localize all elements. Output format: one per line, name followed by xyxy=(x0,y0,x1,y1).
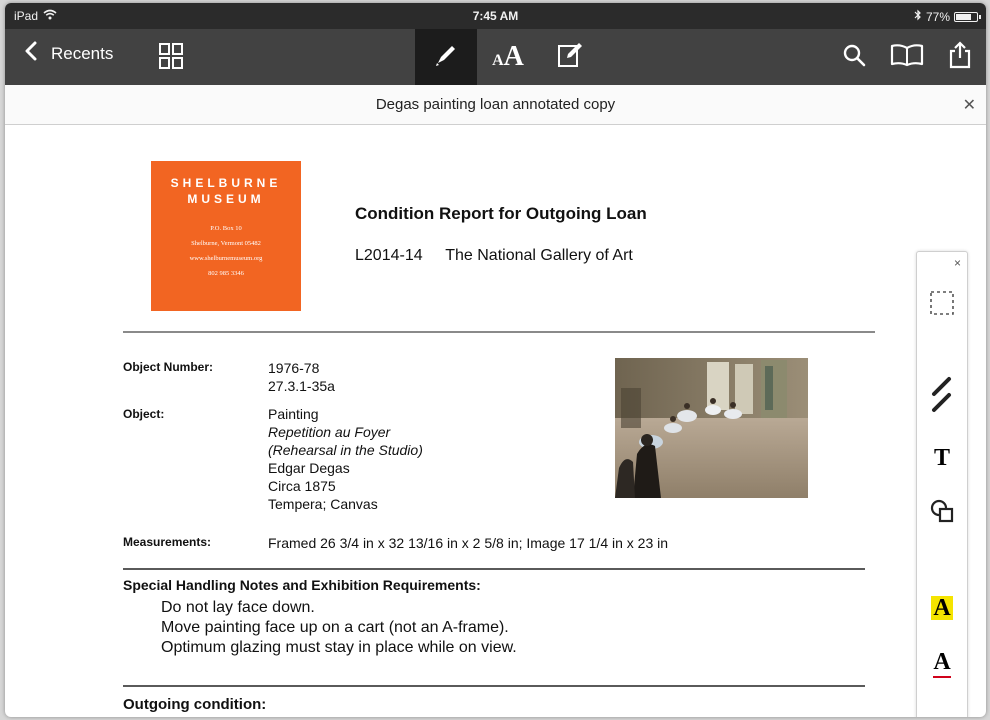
edit-note-button[interactable] xyxy=(539,29,601,85)
thumbnails-grid-icon[interactable] xyxy=(159,43,183,69)
loan-line: L2014-14 The National Gallery of Art xyxy=(355,247,633,265)
divider xyxy=(123,331,875,333)
bluetooth-icon xyxy=(914,9,922,24)
object-number-values: 1976-78 27.3.1-35a xyxy=(268,359,335,395)
chevron-left-icon xyxy=(25,41,37,66)
close-icon: × xyxy=(953,256,961,270)
highlight-icon: A xyxy=(931,595,953,621)
recents-back-button[interactable]: Recents xyxy=(25,41,113,66)
object-number-label: Object Number: xyxy=(123,360,214,374)
underline-icon: A xyxy=(933,650,951,678)
pen-tool[interactable] xyxy=(917,376,967,419)
marquee-select-icon xyxy=(929,290,955,321)
object-value-line: Circa 1875 xyxy=(268,478,336,494)
object-values: Painting Repetition au Foyer (Rehearsal in… xyxy=(268,405,423,513)
handling-note: Move painting face up on a cart (not an … xyxy=(161,619,509,636)
painting-thumbnail xyxy=(615,358,808,498)
status-time: 7:45 AM xyxy=(472,9,519,23)
search-icon[interactable] xyxy=(842,43,866,72)
selection-tool[interactable] xyxy=(917,290,967,321)
share-icon[interactable] xyxy=(948,40,972,74)
logo-name: SHELBURNE MUSEUM xyxy=(170,176,282,206)
object-value-line: Tempera; Canvas xyxy=(268,496,378,512)
status-right: 77% xyxy=(914,9,981,24)
toolbar-mode-group: AA xyxy=(415,29,601,85)
recents-label: Recents xyxy=(51,43,114,63)
object-number-line: 27.3.1-35a xyxy=(268,378,335,394)
shapes-icon xyxy=(929,498,955,529)
handling-note: Optimum glazing must stay in place while… xyxy=(161,639,517,656)
loan-number: L2014-14 xyxy=(355,247,423,264)
book-icon[interactable] xyxy=(890,43,924,72)
toolbar-right-group xyxy=(842,29,972,85)
text-size-icon: AA xyxy=(492,41,524,72)
app-toolbar: Recents AA xyxy=(5,29,986,85)
special-handling-heading: Special Handling Notes and Exhibition Re… xyxy=(123,577,481,593)
battery-icon xyxy=(954,11,981,22)
measurements-label: Measurements: xyxy=(123,535,212,549)
text-size-button[interactable]: AA xyxy=(477,29,539,85)
annotate-pen-button[interactable] xyxy=(415,29,477,85)
document-title-bar: Degas painting loan annotated copy ✕ xyxy=(5,85,986,125)
measurements-value: Framed 26 3/4 in x 32 13/16 in x 2 5/8 i… xyxy=(268,535,669,551)
object-value-line: Painting xyxy=(268,406,319,422)
museum-logo: SHELBURNE MUSEUM P.O. Box 10 Shelburne, … xyxy=(151,161,301,311)
document-title: Degas painting loan annotated copy xyxy=(375,96,616,113)
pencil-icon xyxy=(930,376,954,419)
borrower-name: The National Gallery of Art xyxy=(445,247,633,264)
shapes-tool[interactable] xyxy=(917,498,967,529)
outgoing-condition-heading: Outgoing condition: xyxy=(123,696,267,713)
battery-fill xyxy=(956,13,971,20)
divider xyxy=(123,685,865,687)
highlight-tool[interactable]: A xyxy=(917,596,967,620)
object-value-line: Edgar Degas xyxy=(268,460,350,476)
document-page[interactable]: SHELBURNE MUSEUM P.O. Box 10 Shelburne, … xyxy=(5,126,986,717)
annotation-palette: × T A A ​ xyxy=(916,251,968,717)
pen-icon xyxy=(433,42,459,73)
ipad-screen: iPad 7:45 AM 77% Recents AA Degas painti… xyxy=(5,3,986,717)
status-bar: iPad 7:45 AM 77% xyxy=(5,3,986,29)
object-label: Object: xyxy=(123,407,165,421)
logo-address: P.O. Box 10 Shelburne, Vermont 05482 www… xyxy=(189,225,263,277)
report-title: Condition Report for Outgoing Loan xyxy=(355,204,647,223)
object-value-line: (Rehearsal in the Studio) xyxy=(268,442,423,458)
text-tool-icon: T xyxy=(933,445,950,471)
underline-tool[interactable]: A xyxy=(917,650,967,678)
special-handling-notes: Do not lay face down. Move painting face… xyxy=(161,598,517,658)
object-number-line: 1976-78 xyxy=(268,360,320,376)
object-value-line: Repetition au Foyer xyxy=(268,424,391,440)
close-icon: ✕ xyxy=(962,97,976,114)
battery-percent: 77% xyxy=(925,9,950,24)
handling-note: Do not lay face down. xyxy=(161,599,315,616)
text-tool[interactable]: T xyxy=(917,446,967,470)
close-document-button[interactable]: ✕ xyxy=(963,95,976,115)
edit-note-icon xyxy=(557,42,583,73)
palette-close-button[interactable]: × xyxy=(917,256,967,270)
strikeout-tool[interactable]: ​ xyxy=(917,704,967,717)
divider xyxy=(123,568,865,570)
